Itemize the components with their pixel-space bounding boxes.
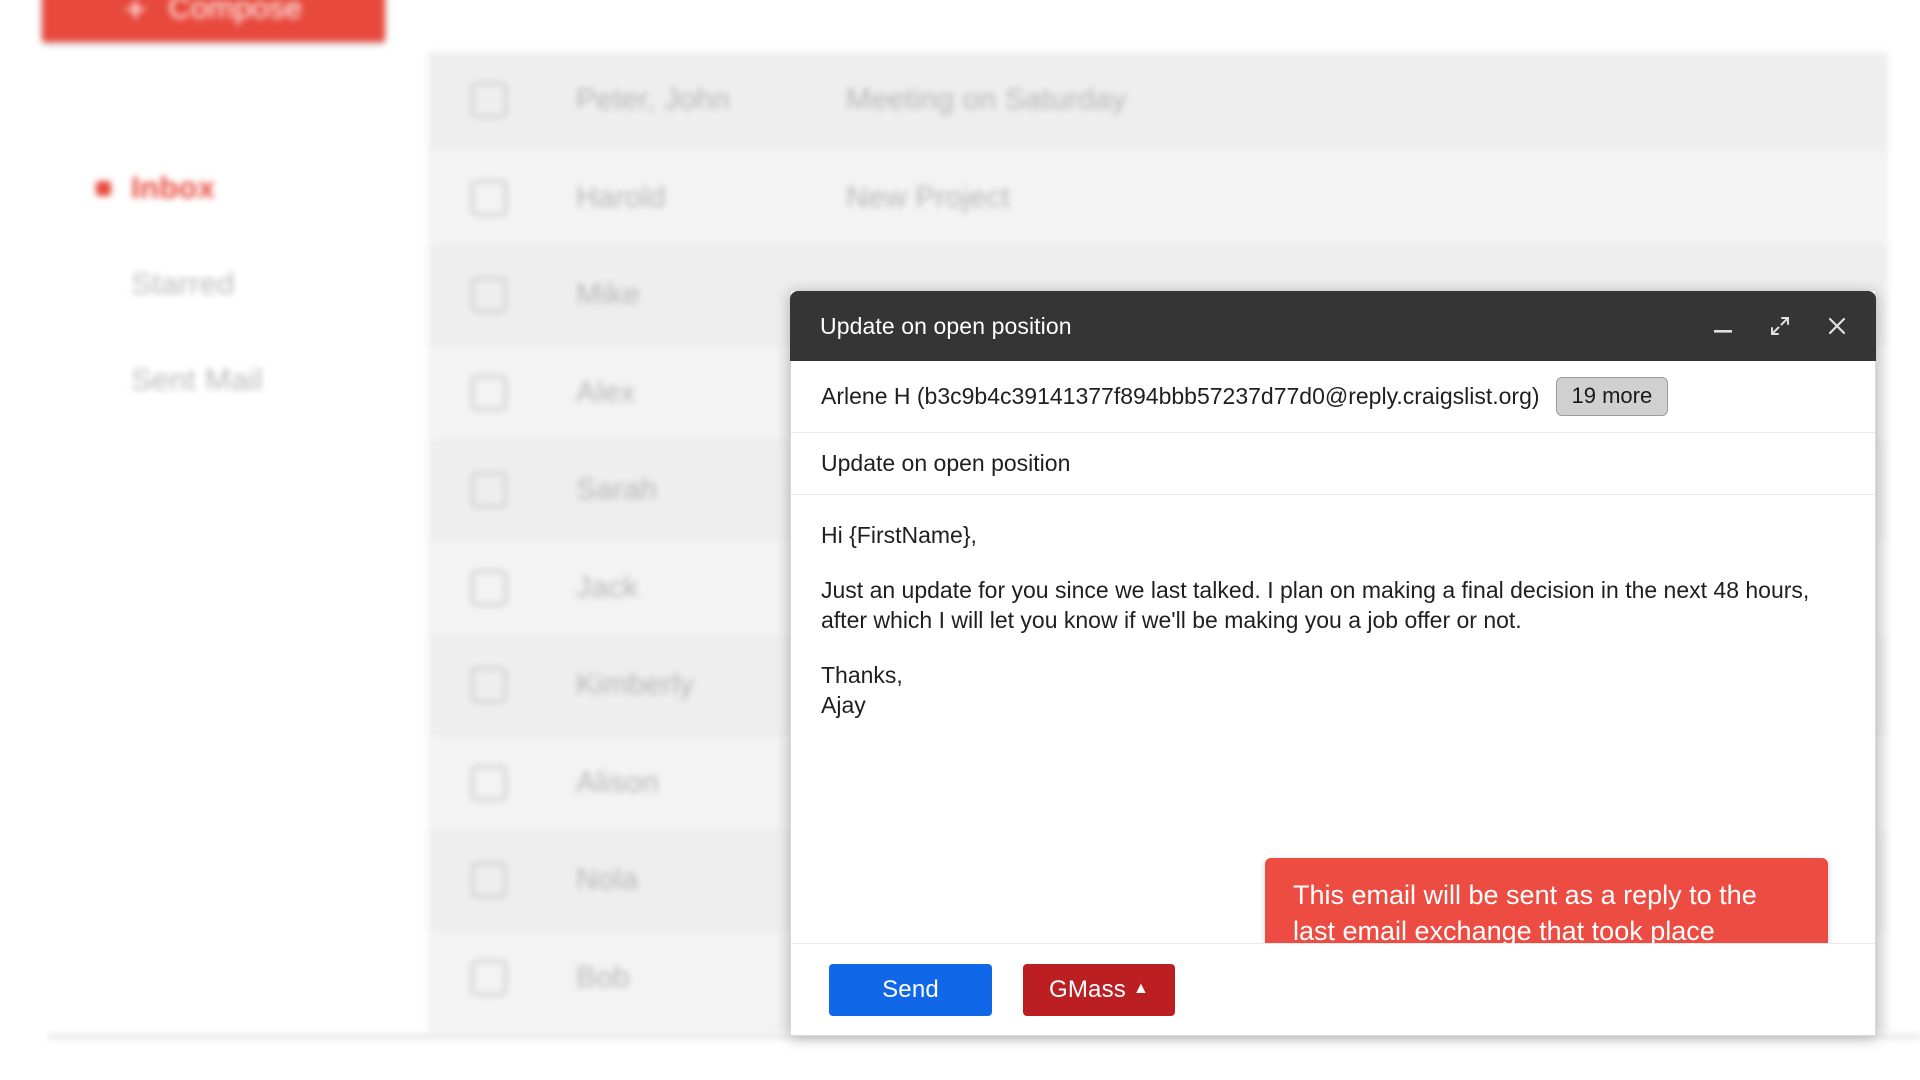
subject-field[interactable]: Update on open position — [791, 433, 1875, 495]
plus-icon: + — [124, 0, 147, 30]
row-subject: New Project — [846, 180, 1010, 214]
close-icon[interactable] — [1824, 313, 1850, 339]
row-sender: Harold — [576, 180, 666, 214]
sidebar-item-label: Sent Mail — [131, 362, 263, 397]
row-checkbox[interactable] — [471, 277, 507, 314]
recipient-value: Arlene H (b3c9b4c39141377f894bbb57237d77… — [821, 383, 1540, 409]
row-checkbox[interactable] — [471, 667, 507, 704]
compose-button-label: Compose — [168, 0, 303, 25]
row-sender: Peter, John — [576, 83, 730, 117]
compose-window-title: Update on open position — [820, 312, 1072, 339]
body-signature: Ajay — [821, 691, 866, 718]
row-checkbox[interactable] — [471, 862, 507, 899]
row-checkbox[interactable] — [471, 569, 507, 606]
window-controls — [1710, 313, 1850, 339]
expand-icon[interactable] — [1767, 313, 1793, 339]
row-checkbox[interactable] — [471, 472, 507, 509]
gmass-button[interactable]: GMass ▲ — [1023, 963, 1175, 1016]
compose-window: Update on open position Arlene H (b3c9b4… — [790, 291, 1876, 1036]
caret-up-icon: ▲ — [1132, 979, 1150, 997]
message-body[interactable]: Hi {FirstName}, Just an update for you s… — [791, 495, 1875, 943]
compose-titlebar[interactable]: Update on open position — [790, 291, 1876, 361]
more-recipients-button[interactable]: 19 more — [1555, 377, 1669, 416]
compose-button[interactable]: + Compose — [42, 0, 385, 42]
table-row[interactable]: Harold New Project — [428, 149, 1888, 247]
sidebar-nav: Inbox Starred Sent Mail — [96, 140, 396, 428]
row-checkbox[interactable] — [471, 179, 507, 216]
send-button[interactable]: Send — [829, 963, 992, 1016]
sidebar-item-label: Starred — [131, 266, 235, 301]
sidebar-item-inbox[interactable]: Inbox — [96, 140, 396, 236]
row-checkbox[interactable] — [471, 959, 507, 996]
body-closing: Thanks, — [821, 662, 903, 689]
row-checkbox[interactable] — [471, 374, 507, 411]
body-paragraph: Just an update for you since we last tal… — [821, 577, 1810, 633]
table-row[interactable]: Peter, John Meeting on Saturday — [428, 52, 1888, 150]
row-subject: Meeting on Saturday — [846, 83, 1127, 117]
gmass-button-label: GMass — [1048, 975, 1126, 1003]
minimize-icon[interactable] — [1710, 313, 1736, 339]
body-greeting: Hi {FirstName}, — [821, 522, 977, 548]
sidebar-item-sent-mail[interactable]: Sent Mail — [96, 332, 396, 428]
row-checkbox[interactable] — [471, 764, 507, 801]
sidebar-item-starred[interactable]: Starred — [96, 236, 396, 332]
compose-footer: Send GMass ▲ — [791, 943, 1875, 1035]
sidebar-item-label: Inbox — [131, 170, 216, 205]
unread-dot-icon — [96, 180, 111, 196]
screen: + Compose Inbox Starred Sent Mail Peter,… — [0, 0, 1920, 1080]
row-checkbox[interactable] — [471, 82, 507, 119]
reply-callout-tooltip: This email will be sent as a reply to th… — [1265, 858, 1828, 943]
subject-value: Update on open position — [821, 450, 1071, 476]
recipient-field[interactable]: Arlene H (b3c9b4c39141377f894bbb57237d77… — [791, 361, 1875, 433]
callout-text: This email will be sent as a reply to th… — [1293, 880, 1757, 943]
